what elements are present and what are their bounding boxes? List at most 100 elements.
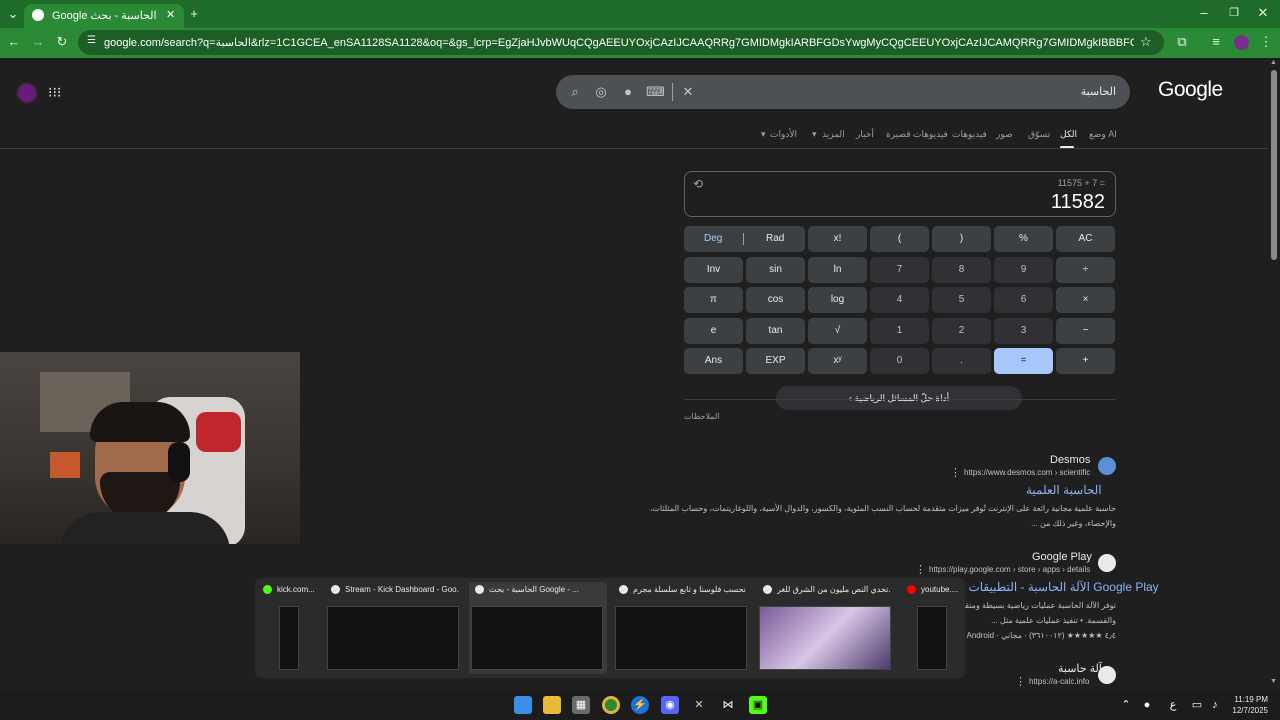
address-bar[interactable]: ☰ google.com/search?q=الحاسبة&rlz=1C1GCE… bbox=[78, 30, 1164, 55]
calc-key[interactable]: 8 bbox=[932, 257, 991, 283]
clock-time[interactable]: 11:19 PM bbox=[1234, 695, 1268, 704]
tab-all[interactable]: الكل bbox=[1060, 129, 1077, 140]
calc-key[interactable]: 2 bbox=[932, 318, 991, 344]
lens-camera-icon[interactable]: ◎ bbox=[592, 83, 610, 101]
discord-icon[interactable]: ◉ bbox=[661, 696, 679, 714]
scroll-down-icon[interactable]: ▼ bbox=[1270, 678, 1277, 685]
taskbar-preview-thumbnail[interactable]: تحدي النص مليون من الشرق للغر... bbox=[757, 582, 895, 674]
taskbar-preview-thumbnail[interactable]: youtube.... bbox=[901, 582, 963, 674]
minimize-icon[interactable]: – bbox=[1194, 3, 1214, 23]
windows-start-icon[interactable] bbox=[514, 696, 532, 714]
clear-search-icon[interactable]: ✕ bbox=[679, 83, 697, 101]
history-icon[interactable]: ⟲ bbox=[693, 177, 703, 191]
result-url[interactable]: https://play.google.com › store › apps ›… bbox=[929, 565, 1090, 574]
network-icon[interactable]: ▭ bbox=[1188, 696, 1206, 714]
kick-app-icon[interactable]: ▣ bbox=[749, 696, 767, 714]
microphone-tray-icon[interactable]: ● bbox=[1138, 696, 1156, 714]
calc-key[interactable]: sin bbox=[746, 257, 805, 283]
keyboard-icon[interactable]: ⌨ bbox=[646, 83, 665, 101]
search-box[interactable]: ⌕ ◎ ● ⌨ ✕ الحاسبة bbox=[556, 75, 1130, 109]
tab-short-videos[interactable]: فيديوهات قصيرة bbox=[886, 129, 948, 140]
calc-key[interactable]: ln bbox=[808, 257, 867, 283]
microphone-icon[interactable]: ● bbox=[619, 83, 637, 101]
result-title[interactable]: الحاسبة العلمية bbox=[1026, 483, 1102, 497]
apps-grid-icon[interactable]: ⁝⁝⁝ bbox=[48, 84, 61, 101]
calc-key[interactable]: log bbox=[808, 287, 867, 313]
calc-key[interactable]: + bbox=[1056, 348, 1115, 374]
page-scrollbar[interactable]: ▲ ▼ bbox=[1268, 58, 1280, 690]
tab-tools[interactable]: الأدوات bbox=[770, 129, 797, 140]
new-tab-button[interactable]: + bbox=[184, 4, 204, 24]
calc-key[interactable]: 9 bbox=[994, 257, 1053, 283]
taskbar-preview-thumbnail[interactable]: الحاسبة - بحث Google - ... bbox=[469, 582, 607, 674]
result-url[interactable]: https://www.desmos.com › scientific bbox=[964, 468, 1090, 477]
calc-key[interactable]: cos bbox=[746, 287, 805, 313]
calc-key[interactable]: 3 bbox=[994, 318, 1053, 344]
chrome-taskbar-icon[interactable] bbox=[602, 696, 620, 714]
taskbar-preview-thumbnail[interactable]: kick.com... bbox=[257, 582, 323, 674]
forward-icon[interactable]: → bbox=[28, 32, 48, 52]
feedback-link[interactable]: الملاحظات bbox=[684, 412, 720, 421]
calc-key[interactable]: ) bbox=[932, 226, 991, 252]
back-icon[interactable]: ← bbox=[4, 32, 24, 52]
tab-shopping[interactable]: تسوّق bbox=[1028, 129, 1050, 140]
calc-key[interactable]: x! bbox=[808, 226, 867, 252]
calc-key[interactable]: AC bbox=[1056, 226, 1115, 252]
scroll-up-icon[interactable]: ▲ bbox=[1270, 59, 1277, 66]
calc-key[interactable]: Inv bbox=[684, 257, 743, 283]
calc-key[interactable]: xʸ bbox=[808, 348, 867, 374]
account-avatar[interactable] bbox=[16, 82, 38, 104]
tab-videos[interactable]: فيديوهات bbox=[952, 129, 987, 140]
tab-more[interactable]: المزيد bbox=[822, 129, 845, 140]
calc-key[interactable]: ÷ bbox=[1056, 257, 1115, 283]
calc-key[interactable]: 4 bbox=[870, 287, 929, 313]
result-site-name[interactable]: آلة حاسبة bbox=[1058, 662, 1102, 675]
calc-key[interactable]: % bbox=[994, 226, 1053, 252]
tab-images[interactable]: صور bbox=[996, 129, 1013, 140]
capcut-icon[interactable]: ⋈ bbox=[719, 696, 737, 714]
calc-key[interactable]: EXP bbox=[746, 348, 805, 374]
calc-key[interactable]: 7 bbox=[870, 257, 929, 283]
tab-news[interactable]: أخبار bbox=[856, 129, 874, 140]
calc-key[interactable]: . bbox=[932, 348, 991, 374]
calc-key[interactable]: ( bbox=[870, 226, 929, 252]
calc-key[interactable]: − bbox=[1056, 318, 1115, 344]
calc-key[interactable]: 0 bbox=[870, 348, 929, 374]
result-site-name[interactable]: Google Play bbox=[1032, 551, 1092, 563]
rad-option[interactable]: Rad bbox=[766, 226, 784, 252]
input-language[interactable]: ع bbox=[1164, 696, 1182, 714]
tab-search-icon[interactable]: ⌄ bbox=[3, 4, 23, 24]
profile-avatar[interactable] bbox=[1234, 35, 1249, 50]
site-info-icon[interactable]: ☰ bbox=[87, 35, 96, 46]
calc-key[interactable]: √ bbox=[808, 318, 867, 344]
calc-key[interactable]: e bbox=[684, 318, 743, 344]
result-more-icon[interactable]: ⋮ bbox=[950, 466, 961, 479]
taskbar-preview-thumbnail[interactable]: نحسب فلوسنا و تابع سلسلة مجرم bbox=[613, 582, 751, 674]
file-explorer-icon[interactable] bbox=[543, 696, 561, 714]
tab-ai-mode[interactable]: وضع AI bbox=[1089, 129, 1117, 140]
bookmark-star-icon[interactable]: ☆ bbox=[1140, 34, 1152, 50]
maximize-icon[interactable]: ❐ bbox=[1224, 3, 1244, 23]
deg-option[interactable]: Deg bbox=[704, 226, 722, 252]
show-hidden-icons-icon[interactable]: ⌃ bbox=[1117, 696, 1135, 714]
active-tab[interactable]: الحاسبة - بحث Google ✕ bbox=[24, 4, 184, 28]
math-solver-button[interactable]: ‹ أداة حلّ المسائل الرياضية bbox=[776, 386, 1022, 410]
reload-icon[interactable]: ↻ bbox=[52, 32, 72, 52]
calc-key[interactable]: 5 bbox=[932, 287, 991, 313]
result-title[interactable]: الآلة الحاسبة - التطبيقات على Google Pla… bbox=[944, 580, 1159, 594]
media-control-icon[interactable]: ≡ bbox=[1206, 32, 1226, 52]
excel-icon[interactable]: ✕ bbox=[690, 696, 708, 714]
scroll-thumb[interactable] bbox=[1271, 70, 1277, 260]
search-icon[interactable]: ⌕ bbox=[566, 83, 584, 101]
calc-key[interactable]: Ans bbox=[684, 348, 743, 374]
calc-key[interactable]: 6 bbox=[994, 287, 1053, 313]
calc-key[interactable]: 1 bbox=[870, 318, 929, 344]
calc-key[interactable]: tan bbox=[746, 318, 805, 344]
close-tab-icon[interactable]: ✕ bbox=[166, 8, 175, 21]
close-window-icon[interactable]: ✕ bbox=[1253, 3, 1273, 23]
search-query[interactable]: الحاسبة bbox=[1081, 85, 1116, 98]
volume-icon[interactable]: ♪ bbox=[1206, 696, 1224, 714]
app-launcher-icon[interactable]: ⚡ bbox=[631, 696, 649, 714]
result-more-icon[interactable]: ⋮ bbox=[915, 563, 926, 576]
extensions-icon[interactable]: ⧉ bbox=[1172, 32, 1192, 52]
